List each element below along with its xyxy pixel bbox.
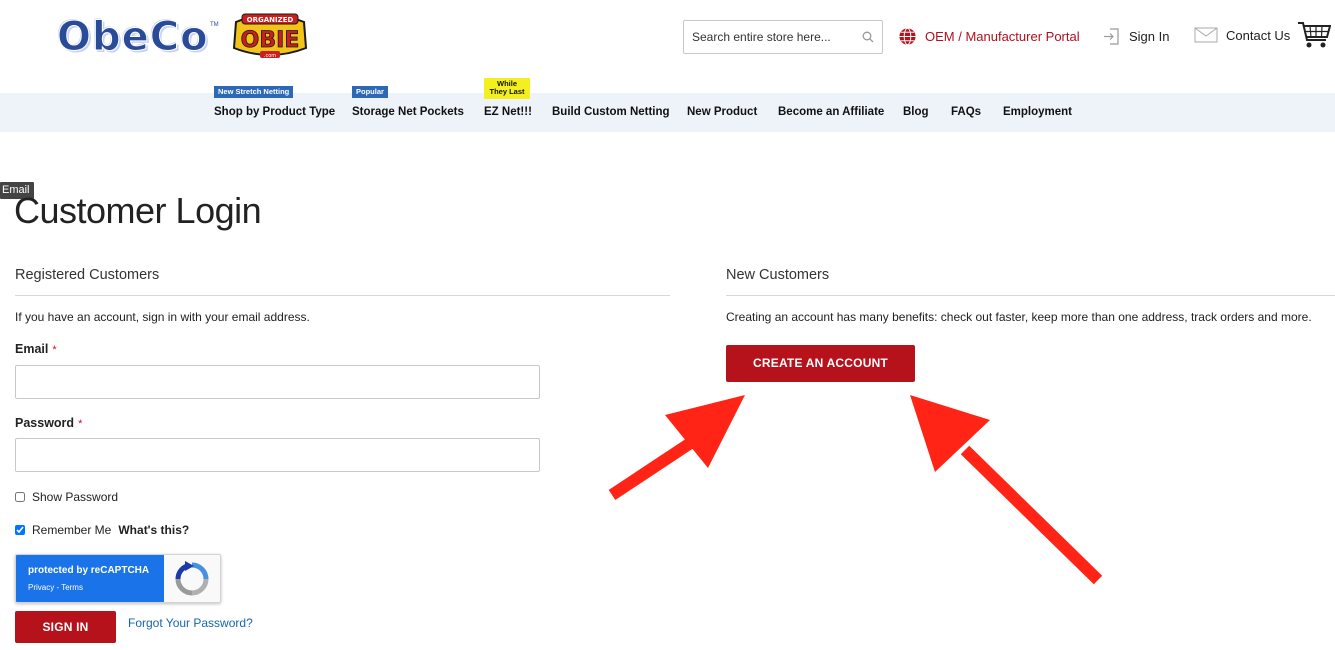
remember-me-checkbox[interactable]	[15, 525, 25, 535]
new-customers-title: New Customers	[726, 267, 830, 283]
create-account-button[interactable]: CREATE AN ACCOUNT	[726, 345, 915, 382]
nav-badge-popular: Popular	[352, 86, 388, 99]
new-customers-description: Creating an account has many benefits: c…	[726, 310, 1312, 324]
nav-build-custom-netting[interactable]: Build Custom Netting	[552, 106, 670, 118]
nav-ez-net[interactable]: EZ Net!!!	[484, 106, 532, 118]
nav-badge-while-they-last: While They Last	[484, 78, 530, 99]
password-label: Password *	[15, 416, 82, 430]
obie-main-text: OBIE	[241, 28, 300, 53]
recaptcha-badge[interactable]: protected by reCAPTCHA Privacy - Terms	[15, 554, 221, 603]
email-label: Email *	[15, 342, 57, 356]
nav-become-an-affiliate[interactable]: Become an Affiliate	[778, 106, 884, 118]
registered-customers-title: Registered Customers	[15, 267, 160, 283]
signin-icon	[1104, 28, 1119, 45]
nav-new-product[interactable]: New Product	[687, 106, 757, 118]
oem-portal-link[interactable]: OEM / Manufacturer Portal	[898, 27, 1080, 46]
nav-badge-new-stretch-netting: New Stretch Netting	[214, 86, 294, 99]
email-required-mark: *	[52, 344, 57, 356]
recaptcha-icon	[175, 561, 209, 596]
show-password-row[interactable]: Show Password	[15, 490, 118, 504]
envelope-icon	[1194, 27, 1218, 43]
remember-me-row[interactable]: Remember Me What's this?	[15, 523, 189, 537]
nav-faqs[interactable]: FAQs	[951, 106, 981, 118]
email-label-text: Email	[15, 342, 49, 356]
nav-shop-by-product-type[interactable]: Shop by Product Type	[214, 106, 335, 118]
trademark-mark: TM	[210, 22, 219, 28]
search-input[interactable]	[684, 21, 854, 53]
header-signin-label: Sign In	[1129, 29, 1170, 44]
left-annotation-arrow	[608, 395, 745, 501]
show-password-label: Show Password	[32, 490, 119, 504]
nav-blog[interactable]: Blog	[903, 106, 929, 118]
password-label-text: Password	[15, 416, 75, 430]
new-customers-divider	[726, 295, 1335, 296]
password-required-mark: *	[78, 418, 83, 430]
header-signin-link[interactable]: Sign In	[1102, 27, 1169, 46]
oem-portal-label: OEM / Manufacturer Portal	[925, 29, 1080, 44]
search-icon[interactable]	[862, 31, 874, 43]
password-field[interactable]	[15, 438, 540, 472]
contact-us-link[interactable]: Contact Us	[1194, 27, 1290, 43]
whats-this-link[interactable]: What's this?	[118, 523, 189, 537]
recaptcha-links[interactable]: Privacy - Terms	[28, 583, 83, 592]
forgot-password-link[interactable]: Forgot Your Password?	[128, 616, 253, 630]
show-password-checkbox[interactable]	[15, 492, 25, 502]
nav-storage-net-pockets[interactable]: Storage Net Pockets	[352, 106, 464, 118]
recaptcha-panel: protected by reCAPTCHA Privacy - Terms	[16, 555, 164, 602]
right-annotation-arrow	[910, 395, 1103, 585]
organized-obie-logo[interactable]: ORGANIZED OBIE .com	[232, 12, 308, 62]
globe-icon	[899, 27, 916, 46]
sign-in-button[interactable]: SIGN IN	[15, 611, 116, 643]
recaptcha-text: protected by reCAPTCHA	[28, 565, 150, 576]
cart-icon[interactable]	[1297, 20, 1331, 50]
obie-bottom-text: .com	[264, 53, 276, 59]
remember-me-label: Remember Me	[32, 523, 112, 537]
obie-top-text: ORGANIZED	[247, 16, 294, 24]
email-field[interactable]	[15, 365, 540, 399]
registered-divider	[15, 295, 670, 296]
obeco-logo-text[interactable]: ObeCo	[57, 14, 209, 61]
page-title: Customer Login	[14, 190, 262, 231]
registered-description: If you have an account, sign in with you…	[15, 310, 310, 324]
search-box[interactable]	[683, 20, 883, 54]
contact-us-label: Contact Us	[1226, 27, 1291, 43]
nav-employment[interactable]: Employment	[1003, 106, 1072, 118]
